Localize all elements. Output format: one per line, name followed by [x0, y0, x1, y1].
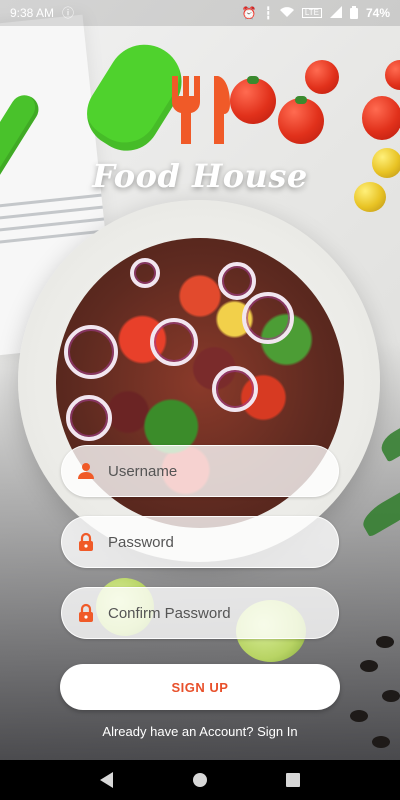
bean-decoration	[376, 636, 394, 648]
bean-decoration	[360, 660, 378, 672]
wifi-icon	[279, 6, 294, 20]
alarm-icon: ⏰	[241, 6, 257, 20]
onion-decoration	[242, 292, 294, 344]
fork-knife-icon	[168, 76, 232, 144]
status-bar: 9:38 AM ⓘ ⏰ ┇ LTE 74%	[0, 0, 400, 26]
onion-decoration	[212, 366, 258, 412]
recents-icon[interactable]	[275, 762, 311, 798]
confirm-password-input[interactable]	[108, 598, 328, 628]
signup-button[interactable]: SIGN UP	[60, 664, 340, 710]
password-input[interactable]	[108, 527, 328, 557]
username-input[interactable]	[108, 456, 328, 486]
battery-icon	[349, 5, 358, 21]
herb-decoration	[358, 486, 400, 538]
lock-icon	[76, 532, 96, 552]
password-field[interactable]	[61, 516, 339, 568]
battery-percent: 74%	[365, 6, 390, 20]
onion-decoration	[130, 258, 160, 288]
back-icon[interactable]	[89, 762, 125, 798]
navigation-bar	[0, 760, 400, 800]
notification-icon: ⓘ	[62, 6, 75, 20]
herb-decoration	[376, 421, 400, 463]
confirm-password-field[interactable]	[61, 587, 339, 639]
lock-icon	[76, 603, 96, 623]
onion-decoration	[64, 325, 118, 379]
username-field[interactable]	[61, 445, 339, 497]
onion-decoration	[218, 262, 256, 300]
volte-icon: LTE	[301, 8, 322, 18]
bean-decoration	[350, 710, 368, 722]
onion-decoration	[150, 318, 198, 366]
onion-decoration	[66, 395, 112, 441]
status-time: 9:38 AM	[10, 6, 55, 20]
person-icon	[76, 461, 96, 481]
signal-icon	[329, 6, 342, 20]
app-logo: Food House	[0, 76, 400, 195]
vibrate-icon: ┇	[264, 6, 272, 20]
bean-decoration	[382, 690, 400, 702]
signin-link[interactable]: Already have an Account? Sign In	[0, 724, 400, 739]
home-icon[interactable]	[182, 762, 218, 798]
app-title: Food House	[92, 157, 308, 195]
